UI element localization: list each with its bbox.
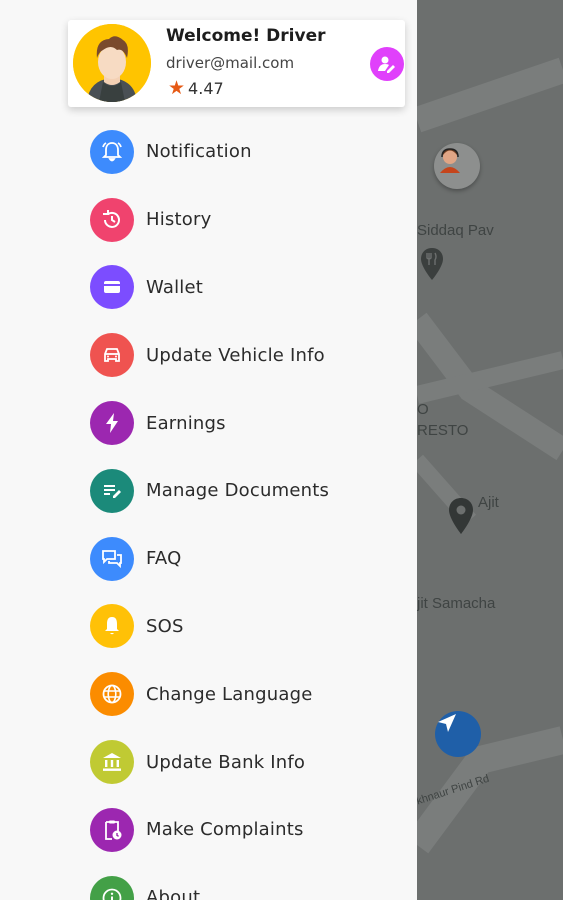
menu-label-sos: SOS — [146, 615, 184, 637]
lightning-icon — [90, 401, 134, 446]
profile-email: driver@mail.com — [166, 54, 295, 72]
rating-value: 4.47 — [188, 79, 224, 98]
menu-item-change-language[interactable]: Change Language — [0, 660, 417, 728]
map-place-label: RESTO — [417, 422, 469, 439]
menu-label-earnings: Earnings — [146, 412, 226, 434]
navigation-arrow-icon — [438, 714, 456, 732]
menu-label-manage-documents: Manage Documents — [146, 480, 330, 502]
menu-item-update-bank-info[interactable]: Update Bank Info — [0, 728, 417, 796]
chat-icon — [90, 536, 134, 581]
clipboard-clock-icon — [90, 807, 134, 852]
map-place-label: Ajit — [478, 494, 499, 511]
menu-item-history[interactable]: History — [0, 186, 417, 254]
driver-avatar-icon — [440, 148, 460, 173]
menu-item-earnings[interactable]: Earnings — [0, 389, 417, 457]
alarm-bell-icon — [90, 604, 134, 649]
menu-label-update-bank-info: Update Bank Info — [146, 751, 306, 773]
car-icon — [90, 333, 134, 378]
menu-item-wallet[interactable]: Wallet — [0, 254, 417, 322]
menu-item-faq[interactable]: FAQ — [0, 525, 417, 593]
menu-item-about[interactable]: About — [0, 864, 417, 900]
map-place-label: Siddaq Pav — [417, 222, 494, 239]
edit-profile-button[interactable] — [370, 47, 404, 81]
menu-item-make-complaints[interactable]: Make Complaints — [0, 796, 417, 864]
navigation-drawer: Welcome! Driver driver@mail.com ★ 4.47 N… — [0, 0, 417, 900]
menu-label-update-vehicle-info: Update Vehicle Info — [146, 344, 325, 366]
drawer-menu: Notification History Wallet Update Vehic… — [0, 118, 417, 900]
profile-rating: ★ 4.47 — [168, 77, 224, 99]
info-icon — [90, 875, 134, 900]
avatar[interactable] — [73, 24, 151, 102]
driver-location-marker[interactable] — [434, 143, 480, 189]
menu-label-change-language: Change Language — [146, 683, 313, 705]
menu-label-about: About — [146, 887, 201, 900]
map-place-label: O — [417, 401, 429, 418]
restaurant-pin-icon — [421, 248, 443, 280]
map-place-label: jit Samacha — [417, 595, 496, 612]
history-icon — [90, 197, 134, 242]
menu-label-make-complaints: Make Complaints — [146, 819, 304, 841]
menu-label-wallet: Wallet — [146, 276, 204, 298]
menu-item-update-vehicle-info[interactable]: Update Vehicle Info — [0, 321, 417, 389]
profile-greeting: Welcome! Driver — [166, 26, 326, 46]
menu-item-sos[interactable]: SOS — [0, 593, 417, 661]
document-edit-icon — [90, 468, 134, 513]
bank-icon — [90, 740, 134, 785]
menu-item-notification[interactable]: Notification — [0, 118, 417, 186]
menu-item-manage-documents[interactable]: Manage Documents — [0, 457, 417, 525]
menu-label-faq: FAQ — [146, 548, 182, 570]
bell-icon — [90, 129, 134, 174]
user-avatar-icon — [73, 24, 151, 102]
location-pin-icon — [449, 498, 473, 534]
navigation-button[interactable] — [435, 711, 481, 757]
globe-icon — [90, 672, 134, 717]
menu-label-notification: Notification — [146, 141, 252, 163]
user-edit-icon — [378, 56, 395, 73]
wallet-icon — [90, 265, 134, 310]
star-icon: ★ — [168, 77, 186, 99]
profile-card[interactable]: Welcome! Driver driver@mail.com ★ 4.47 — [68, 20, 405, 107]
menu-label-history: History — [146, 209, 212, 231]
